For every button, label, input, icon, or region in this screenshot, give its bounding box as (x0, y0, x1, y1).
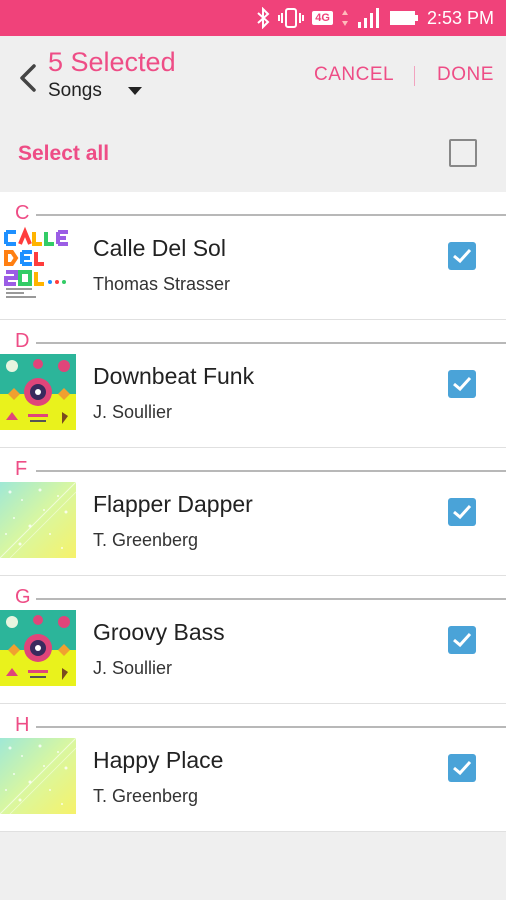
song-artist: Thomas Strasser (93, 274, 231, 294)
section-letter: D (15, 330, 30, 352)
section-divider (36, 726, 506, 728)
selection-toolbar: 5 Selected Songs CANCEL DONE (0, 36, 506, 126)
selection-count-title: 5 Selected (48, 47, 176, 77)
select-all-row[interactable]: Select all (0, 126, 506, 192)
song-row[interactable]: Flapper Dapper T. Greenberg (0, 482, 506, 576)
album-cover-image (0, 610, 76, 686)
album-cover-image (0, 738, 76, 814)
section-letter: G (15, 586, 31, 608)
song-row[interactable]: Groovy Bass J. Soullier (0, 610, 506, 704)
category-dropdown[interactable]: Songs (48, 80, 142, 102)
song-row[interactable]: Calle Del Sol Thomas Strasser (0, 226, 506, 320)
song-checkbox[interactable] (448, 626, 476, 654)
checkmark-icon (453, 376, 472, 392)
toolbar-divider (414, 66, 415, 86)
song-checkbox[interactable] (448, 498, 476, 526)
status-time: 2:53 PM (426, 7, 494, 28)
song-checkbox[interactable] (448, 370, 476, 398)
section-header: H (0, 704, 506, 738)
status-icons: 4G 2:53 PM (256, 0, 494, 36)
checkmark-icon (453, 504, 472, 520)
network-type-badge: 4G (312, 11, 333, 25)
section-divider (36, 470, 506, 472)
song-checkbox[interactable] (448, 754, 476, 782)
category-dropdown-label: Songs (48, 80, 102, 101)
signal-icon (357, 8, 379, 28)
song-title: Calle Del Sol (93, 235, 226, 261)
calle-del-sol-cover-art (0, 226, 76, 302)
song-artist: T. Greenberg (93, 530, 199, 550)
section-letter: C (15, 202, 30, 224)
section-divider (36, 598, 506, 600)
section-divider (36, 214, 506, 216)
section-letter: H (15, 714, 30, 736)
checkmark-icon (453, 760, 472, 776)
album-cover-image (0, 482, 76, 558)
checkmark-icon (453, 632, 472, 648)
section-header: C (0, 192, 506, 226)
section-header: F (0, 448, 506, 482)
checkmark-icon (453, 248, 472, 264)
select-all-checkbox[interactable] (449, 139, 477, 167)
status-bar: 4G 2:53 PM (0, 0, 506, 36)
chevron-left-icon (20, 64, 36, 92)
section-divider (36, 342, 506, 344)
section-letter: F (15, 458, 28, 480)
album-cover-image (0, 354, 76, 430)
section-header: D (0, 320, 506, 354)
album-cover-image (0, 226, 76, 302)
select-all-label: Select all (18, 142, 110, 165)
sparkle-cover-art (0, 738, 76, 814)
vibrate-icon (278, 8, 305, 28)
groovy-bass-cover-art (0, 354, 76, 430)
bluetooth-icon (257, 7, 270, 29)
section-header: G (0, 576, 506, 610)
groovy-bass-cover-art (0, 610, 76, 686)
song-artist: T. Greenberg (93, 786, 199, 806)
song-title: Downbeat Funk (93, 363, 255, 389)
song-title: Flapper Dapper (93, 491, 253, 517)
battery-icon (389, 11, 418, 25)
song-title: Happy Place (93, 747, 224, 773)
song-artist: J. Soullier (93, 658, 173, 678)
song-title: Groovy Bass (93, 619, 225, 645)
back-button[interactable] (12, 58, 44, 98)
cancel-button[interactable]: CANCEL (314, 64, 394, 86)
song-artist: J. Soullier (93, 402, 173, 422)
song-row[interactable]: Downbeat Funk J. Soullier (0, 354, 506, 448)
song-row[interactable]: Happy Place T. Greenberg (0, 738, 506, 832)
caret-down-icon (127, 87, 142, 95)
song-list: C Calle Del Sol Thomas Strasser D Downbe… (0, 192, 506, 832)
data-arrows-icon (341, 10, 348, 26)
done-button[interactable]: DONE (437, 64, 494, 86)
sparkle-cover-art (0, 482, 76, 558)
song-checkbox[interactable] (448, 242, 476, 270)
